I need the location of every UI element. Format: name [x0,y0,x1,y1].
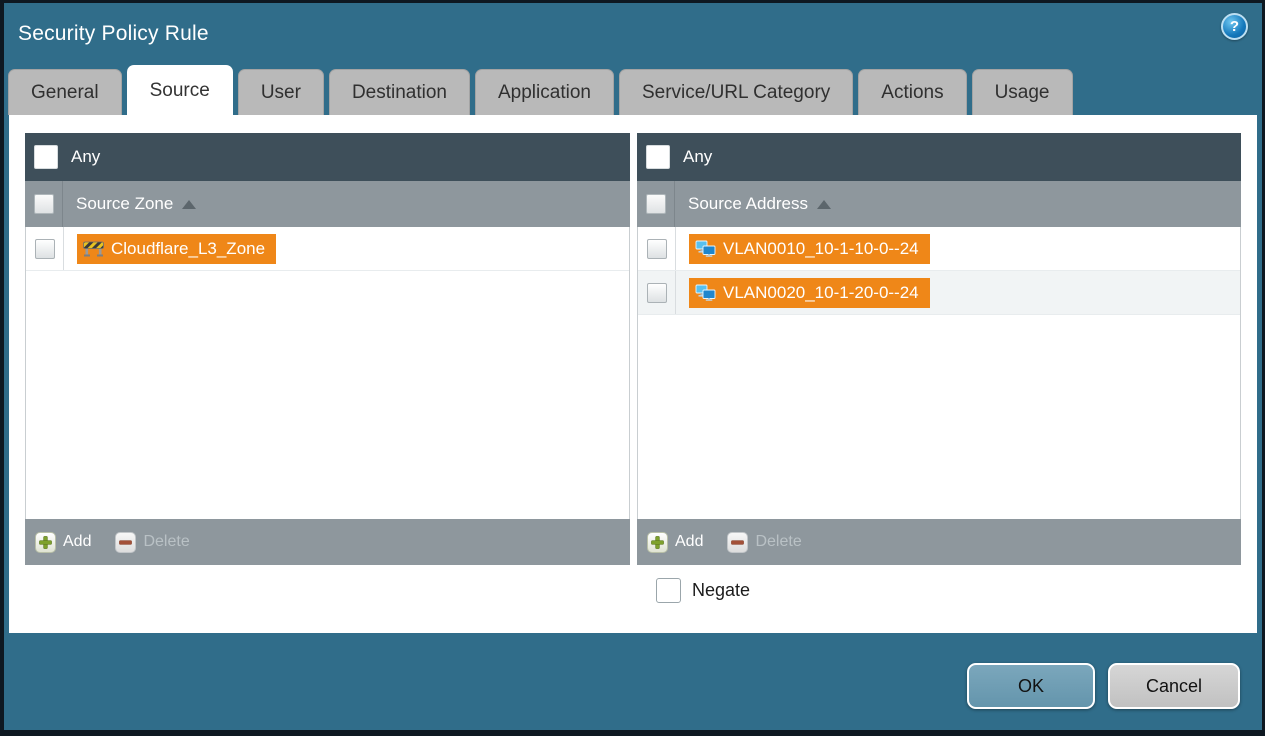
source-zone-panel: Any Source Zone Cloudflare_L3_Zone Add D… [25,133,630,565]
tab-user[interactable]: User [237,69,324,115]
cancel-button[interactable]: Cancel [1108,663,1240,709]
source-address-any-header: Any [637,133,1241,181]
table-row: VLAN0020_10-1-20-0--24 [638,271,1240,315]
source-address-footer: Add Delete [637,519,1241,565]
security-policy-rule-dialog: Security Policy Rule ? General Source Us… [4,3,1262,730]
add-button[interactable]: Add [35,531,92,553]
sort-ascending-icon [182,199,197,209]
tab-destination[interactable]: Destination [328,69,470,115]
ok-button[interactable]: OK [967,663,1095,709]
tab-bar: General Source User Destination Applicat… [4,65,1262,115]
address-chip[interactable]: VLAN0010_10-1-10-0--24 [689,233,930,264]
delete-minus-icon [727,531,749,553]
source-zone-any-label: Any [71,147,101,166]
row-checkbox[interactable] [646,282,667,303]
source-address-list: VLAN0010_10-1-10-0--24 VLAN0020_10-1-20-… [637,227,1241,519]
dialog-button-bar: OK Cancel [4,633,1262,730]
address-chip-label: VLAN0010_10-1-10-0--24 [723,238,919,258]
source-address-panel: Any Source Address VLAN0010_10-1-10-0--2… [637,133,1241,565]
address-icon [695,284,716,301]
source-address-column-header: Source Address [637,181,1241,227]
add-plus-icon [647,531,668,553]
source-address-column-title: Source Address [688,194,809,213]
tab-application[interactable]: Application [475,69,614,115]
delete-button-label: Delete [143,533,190,550]
tab-general[interactable]: General [8,69,122,115]
source-zone-any-header: Any [25,133,630,181]
add-button[interactable]: Add [647,531,704,553]
source-zone-sort-header[interactable]: Source Zone [76,194,197,214]
help-icon[interactable]: ? [1221,13,1248,40]
dialog-title: Security Policy Rule [18,22,209,45]
negate-checkbox[interactable] [656,578,681,603]
zone-chip-label: Cloudflare_L3_Zone [111,238,266,258]
tab-usage[interactable]: Usage [971,69,1073,115]
source-zone-list: Cloudflare_L3_Zone [25,227,630,519]
source-address-sort-header[interactable]: Source Address [688,194,832,214]
sort-ascending-icon [817,199,832,209]
row-checkbox[interactable] [646,238,667,259]
address-icon [695,240,716,257]
table-row: Cloudflare_L3_Zone [26,227,629,271]
tab-actions[interactable]: Actions [858,69,967,115]
table-row: VLAN0010_10-1-10-0--24 [638,227,1240,271]
add-plus-icon [35,531,56,553]
add-button-label: Add [63,533,92,550]
source-zone-select-all-checkbox[interactable] [33,194,54,214]
delete-minus-icon [115,531,137,553]
source-zone-column-header: Source Zone [25,181,630,227]
source-zone-column-title: Source Zone [76,194,174,213]
zone-chip[interactable]: Cloudflare_L3_Zone [77,233,277,264]
delete-button-label: Delete [755,533,802,550]
negate-row: Negate [656,578,1241,603]
tab-content-source: Any Source Zone Cloudflare_L3_Zone Add D… [9,115,1257,633]
add-button-label: Add [675,533,704,550]
tab-source[interactable]: Source [126,65,233,115]
tab-service-url-category[interactable]: Service/URL Category [618,69,854,115]
source-address-any-checkbox[interactable] [646,145,670,169]
source-zone-footer: Add Delete [25,519,630,565]
address-chip[interactable]: VLAN0020_10-1-20-0--24 [689,277,930,308]
row-checkbox[interactable] [34,238,55,259]
dialog-titlebar: Security Policy Rule ? [4,3,1262,65]
negate-label: Negate [692,580,751,600]
source-address-select-all-checkbox[interactable] [645,194,666,214]
source-address-any-label: Any [683,147,713,166]
address-chip-label: VLAN0020_10-1-20-0--24 [723,282,919,302]
screen: Security Policy Rule ? General Source Us… [0,0,1265,736]
zone-icon [83,240,104,257]
delete-button[interactable]: Delete [115,531,190,553]
source-zone-any-checkbox[interactable] [34,145,58,169]
delete-button[interactable]: Delete [727,531,802,553]
